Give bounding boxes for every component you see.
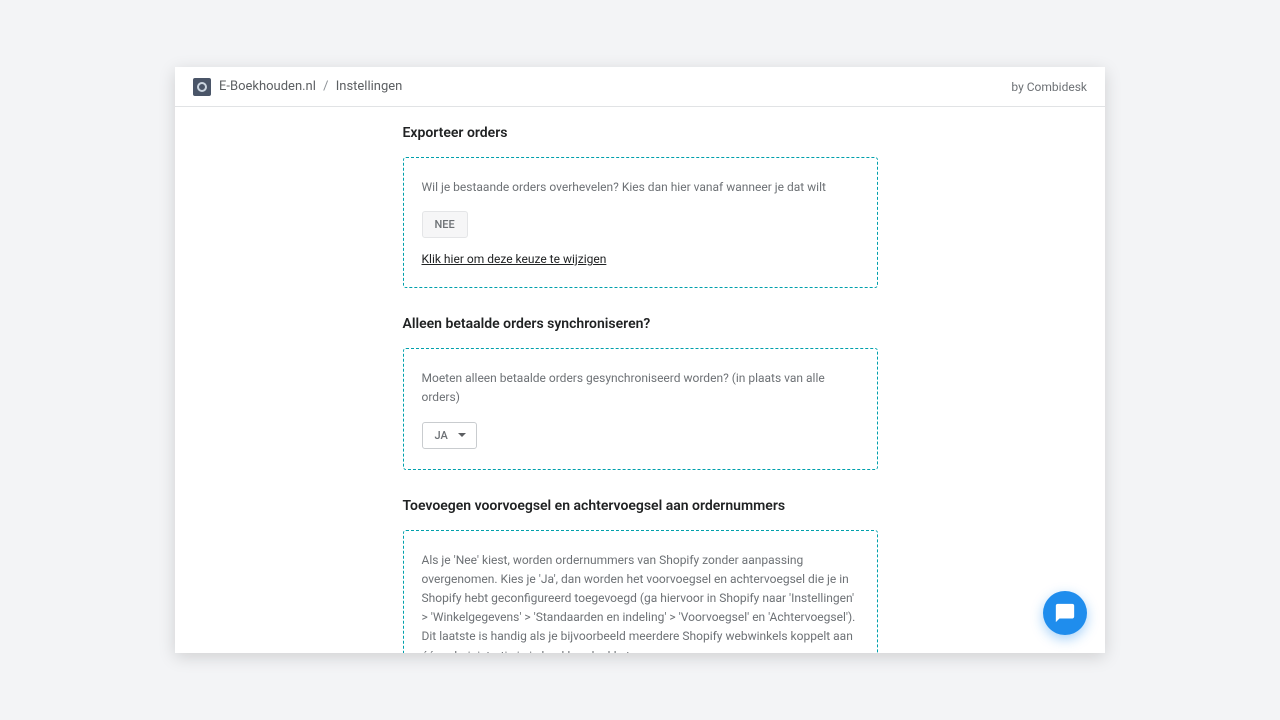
app-name: E-Boekhouden.nl: [219, 79, 316, 94]
header-bar: E-Boekhouden.nl / Instellingen by Combid…: [175, 67, 1105, 107]
card-prefix-suffix: Als je 'Nee' kiest, worden ordernummers …: [403, 530, 878, 653]
dropdown-value-paid-only: JA: [435, 429, 448, 442]
chat-button[interactable]: [1043, 591, 1087, 635]
breadcrumb-separator: /: [323, 79, 328, 94]
content-scroll[interactable]: Exporteer orders Wil je bestaande orders…: [175, 107, 1105, 653]
card-export-orders: Wil je bestaande orders overhevelen? Kie…: [403, 157, 878, 288]
dropdown-paid-only[interactable]: JA: [422, 422, 477, 449]
chat-icon: [1054, 602, 1076, 624]
breadcrumb-text: E-Boekhouden.nl / Instellingen: [219, 79, 402, 94]
description-export-orders: Wil je bestaande orders overhevelen? Kie…: [422, 178, 859, 197]
app-window: E-Boekhouden.nl / Instellingen by Combid…: [175, 67, 1105, 653]
section-title-paid-only: Alleen betaalde orders synchroniseren?: [403, 316, 878, 332]
breadcrumb: E-Boekhouden.nl / Instellingen: [193, 78, 402, 96]
change-link-export-orders[interactable]: Klik hier om deze keuze te wijzigen: [422, 252, 607, 266]
section-title-prefix-suffix: Toevoegen voorvoegsel en achtervoegsel a…: [403, 498, 878, 514]
section-prefix-suffix: Toevoegen voorvoegsel en achtervoegsel a…: [403, 498, 878, 653]
description-paid-only: Moeten alleen betaalde orders gesynchron…: [422, 369, 859, 407]
section-title-export-orders: Exporteer orders: [403, 125, 878, 141]
card-paid-only: Moeten alleen betaalde orders gesynchron…: [403, 348, 878, 469]
value-export-orders: NEE: [422, 211, 468, 238]
page-title: Instellingen: [336, 79, 403, 94]
section-export-orders: Exporteer orders Wil je bestaande orders…: [403, 125, 878, 288]
description-prefix-suffix: Als je 'Nee' kiest, worden ordernummers …: [422, 551, 859, 653]
app-icon: [193, 78, 211, 96]
chevron-down-icon: [458, 433, 466, 437]
section-paid-only: Alleen betaalde orders synchroniseren? M…: [403, 316, 878, 469]
vendor-label: by Combidesk: [1011, 80, 1087, 94]
